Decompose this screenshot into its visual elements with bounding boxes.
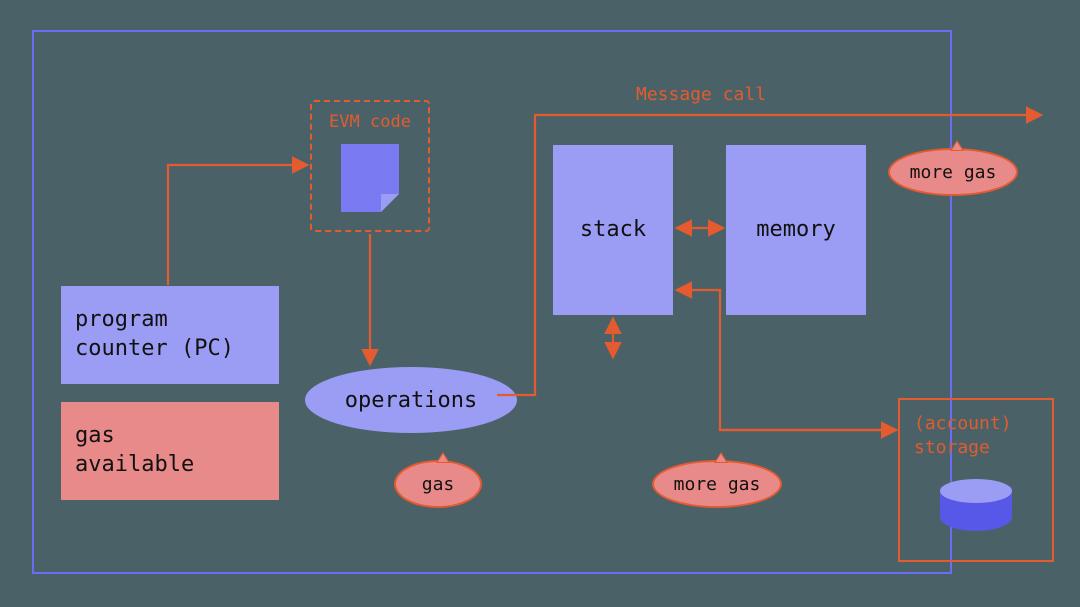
account-storage-label-1: (account) xyxy=(914,413,1012,434)
document-icon xyxy=(341,144,399,212)
operations-ellipse: operations xyxy=(305,367,517,433)
gas-bubble-label: gas xyxy=(422,474,455,495)
memory-label: memory xyxy=(756,216,835,245)
operations-label: operations xyxy=(345,388,477,413)
gas-available-box: gasavailable xyxy=(61,402,279,500)
program-counter-box: programcounter (PC) xyxy=(61,286,279,384)
stack-box: stack xyxy=(553,145,673,315)
gas-bubble: gas xyxy=(394,460,482,508)
account-storage-label-2: storage xyxy=(914,437,990,458)
more-gas-label-1: more gas xyxy=(674,474,761,495)
account-storage-box: (account) storage xyxy=(898,398,1054,562)
evm-code-label: EVM code xyxy=(329,112,411,132)
message-call-label: Message call xyxy=(636,84,766,105)
stack-label: stack xyxy=(580,216,646,245)
evm-code-box: EVM code xyxy=(310,100,430,232)
more-gas-label-2: more gas xyxy=(910,162,997,183)
more-gas-bubble-bottom: more gas xyxy=(652,460,782,508)
memory-box: memory xyxy=(726,145,866,315)
more-gas-bubble-top: more gas xyxy=(888,148,1018,196)
gas-available-label: gasavailable xyxy=(75,422,194,479)
program-counter-label: programcounter (PC) xyxy=(75,306,234,363)
cylinder-icon xyxy=(940,479,1012,531)
